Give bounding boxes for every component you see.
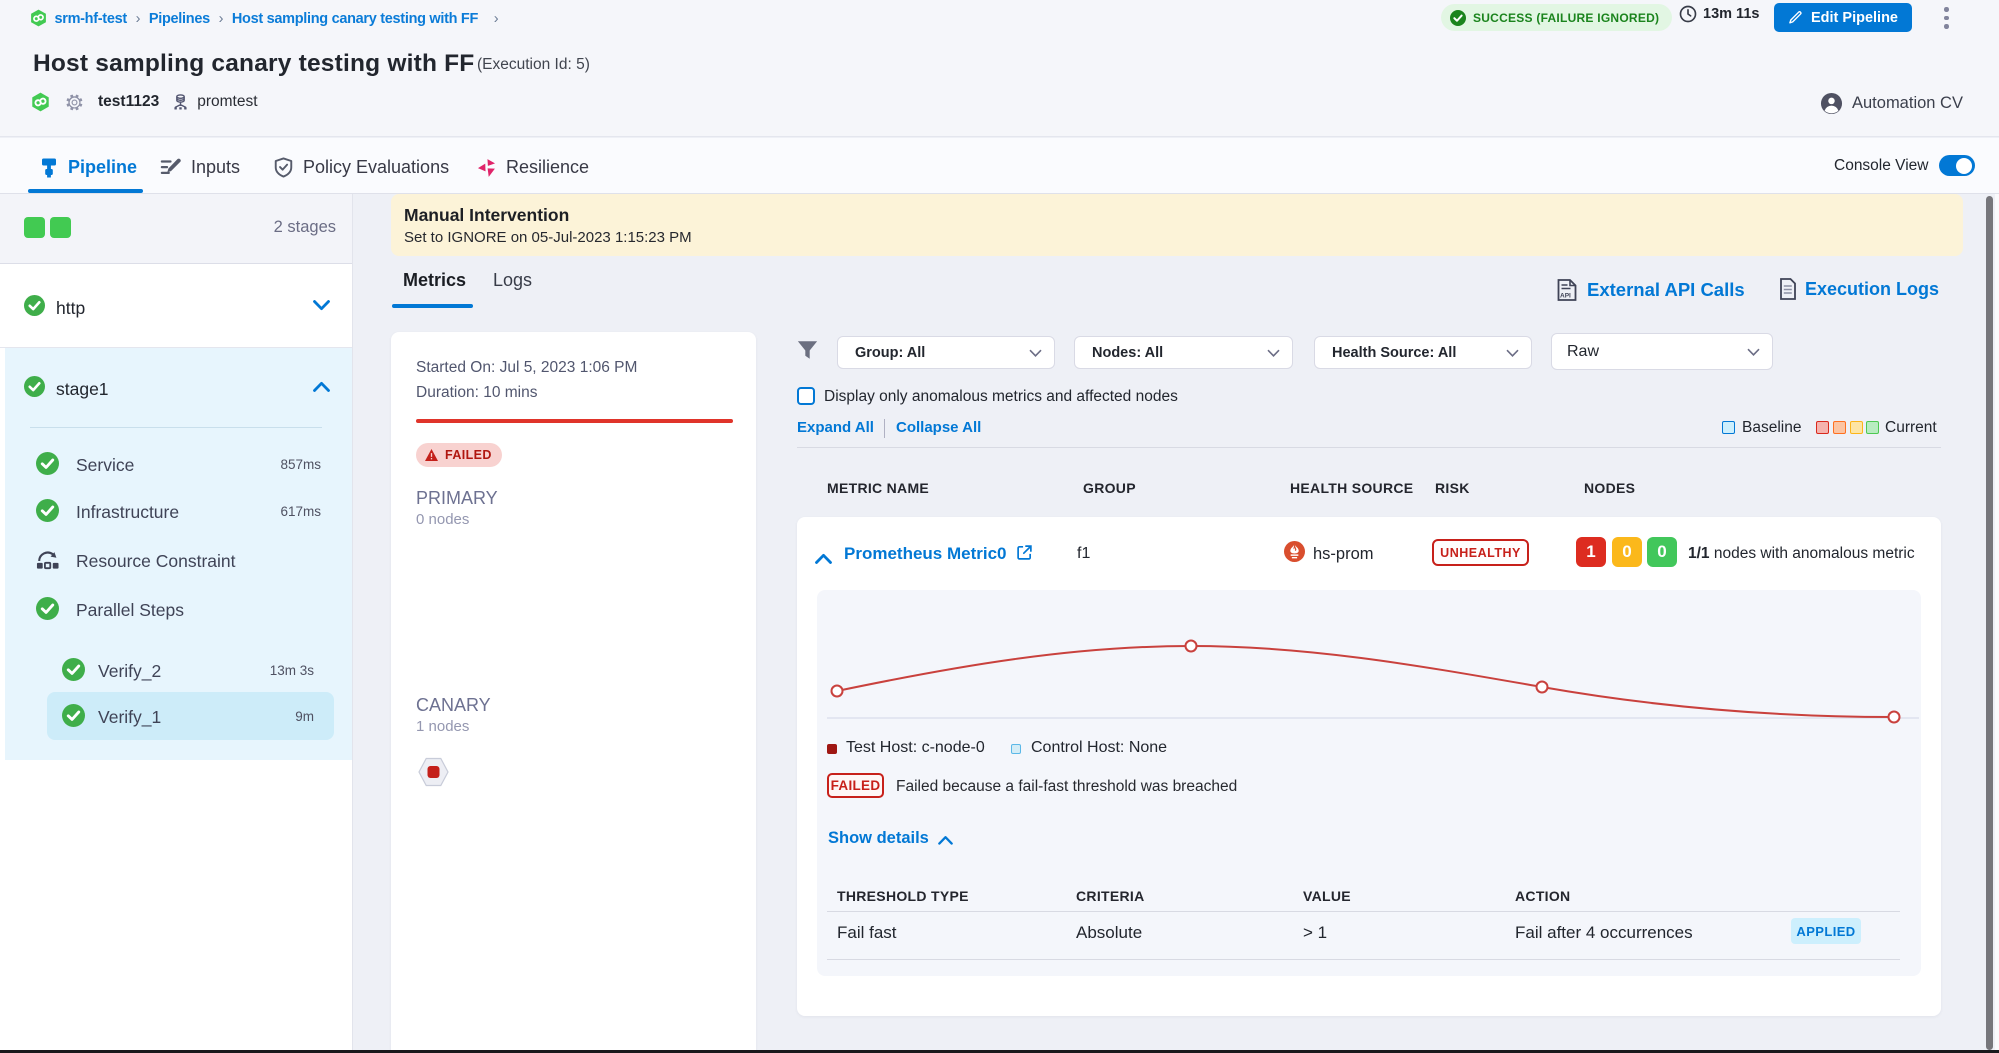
svg-text:API: API: [1560, 293, 1571, 300]
